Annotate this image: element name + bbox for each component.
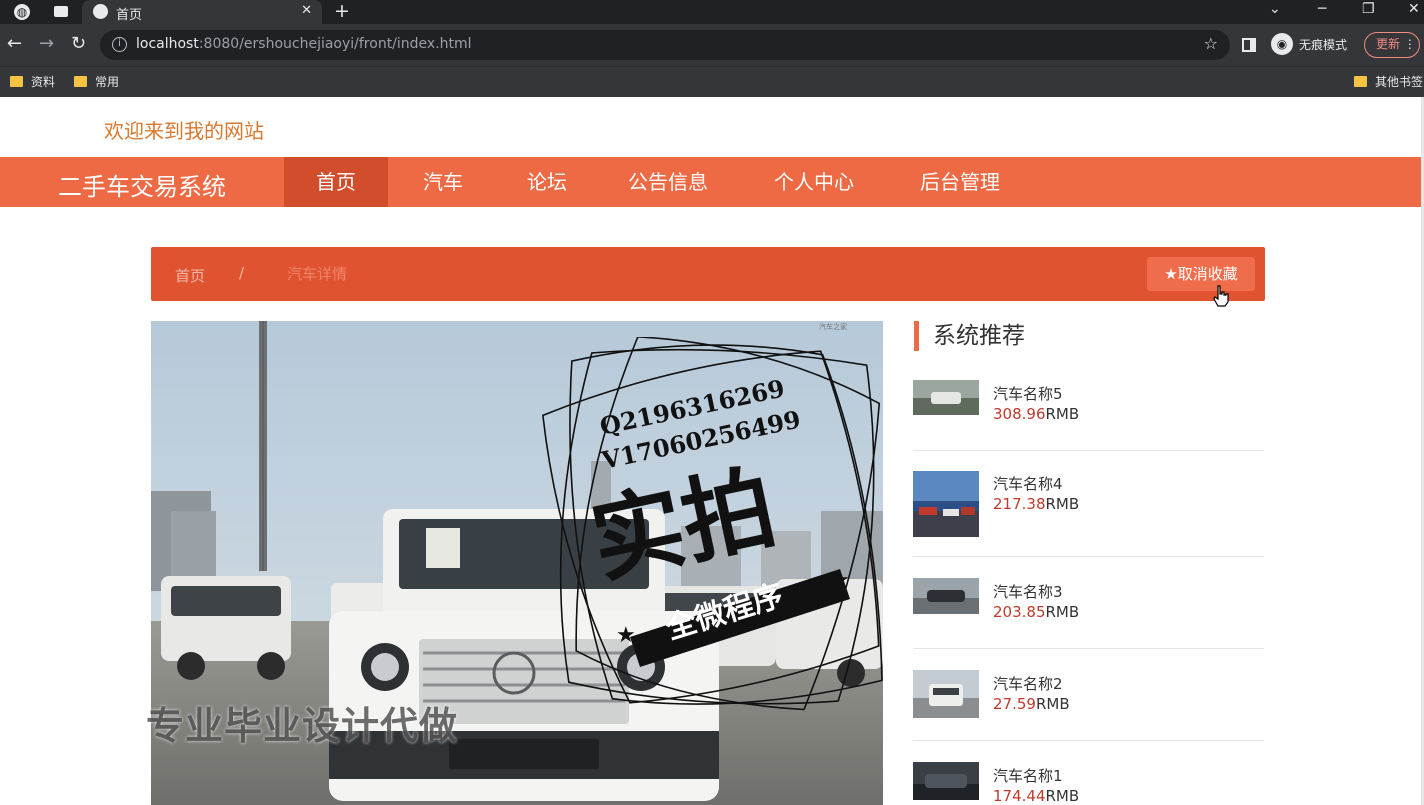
nav-cars[interactable]: 汽车 [396,157,490,207]
recommend-name[interactable]: 汽车名称3 [993,581,1063,602]
price-value: 217.38 [993,495,1046,513]
recommend-price: 217.38RMB [993,495,1079,513]
price-value: 308.96 [993,405,1046,423]
close-window-icon[interactable]: ✕ [1408,1,1420,17]
cancel-favorite-button[interactable]: ★取消收藏 [1147,257,1255,291]
hand-cursor-icon [1213,285,1229,307]
browser-tabstrip: ◍ 首页 ✕ + ⌄ ─ ❐ ✕ [0,0,1424,24]
recommend-price: 203.85RMB [993,603,1079,621]
breadcrumb: 首页 / 汽车详情 ★取消收藏 [151,247,1265,301]
price-value: 174.44 [993,787,1046,805]
reload-icon[interactable]: ↻ [71,34,86,54]
recommend-name[interactable]: 汽车名称2 [993,673,1063,694]
nav-home[interactable]: 首页 [284,157,388,207]
folder-icon [74,76,87,87]
address-bar[interactable]: i localhost:8080/ershouchejiaoyi/front/i… [100,30,1230,60]
new-tab-icon[interactable]: + [334,0,350,22]
folder-icon [10,76,23,87]
recommend-thumb[interactable] [913,670,979,718]
main-navbar: 二手车交易系统 首页 汽车 论坛 公告信息 个人中心 后台管理 [0,157,1421,207]
address-url[interactable]: localhost:8080/ershouchejiaoyi/front/ind… [136,36,472,52]
folder-icon [1354,76,1367,87]
nav-admin[interactable]: 后台管理 [896,157,1024,207]
recommend-name[interactable]: 汽车名称1 [993,765,1063,786]
breadcrumb-home[interactable]: 首页 [175,265,205,286]
browser-toolbar: ← → ↻ i localhost:8080/ershouchejiaoyi/f… [0,24,1424,66]
recommend-item[interactable]: 汽车名称4 217.38RMB [913,451,1264,557]
url-path: :8080/ershouchejiaoyi/front/index.html [198,36,472,52]
price-value: 203.85 [993,603,1046,621]
site-brand[interactable]: 二手车交易系统 [58,167,226,202]
restore-icon[interactable]: ❐ [1362,1,1375,17]
update-button[interactable]: 更新 ⋮ [1364,32,1420,58]
bookmark-folder-ziliao[interactable]: 资料 [10,73,55,90]
forward-icon[interactable]: → [39,34,54,54]
price-unit: RMB [1045,495,1080,513]
bookmark-label: 资料 [31,75,56,89]
price-value: 27.59 [993,695,1036,713]
price-unit: RMB [1045,787,1080,805]
recommend-price: 308.96RMB [993,405,1079,423]
price-unit: RMB [1045,603,1080,621]
nav-forum[interactable]: 论坛 [500,157,594,207]
recommend-price: 27.59RMB [993,695,1070,713]
welcome-text: 欢迎来到我的网站 [104,119,264,143]
recommend-item[interactable]: 汽车名称1 174.44RMB [913,741,1264,805]
price-unit: RMB [1035,695,1070,713]
url-host: localhost [136,36,199,52]
nav-notices[interactable]: 公告信息 [604,157,732,207]
photo-credit: 汽车之家 [819,322,847,331]
recommend-name[interactable]: 汽车名称5 [993,383,1063,404]
price-unit: RMB [1045,405,1080,423]
recommend-item[interactable]: 汽车名称2 27.59RMB [913,649,1264,741]
breadcrumb-separator: / [239,264,245,282]
incognito-icon[interactable]: ◉ [1271,33,1293,55]
recommend-thumb[interactable] [913,762,979,800]
incognito-label[interactable]: 无痕模式 [1299,36,1347,53]
side-panel-icon[interactable] [1242,38,1256,52]
breadcrumb-current: 汽车详情 [287,265,348,283]
bookmark-star-icon[interactable]: ☆ [1204,34,1218,53]
recommend-thumb[interactable] [913,471,979,537]
recommend-thumb[interactable] [913,578,979,614]
tab-search-icon[interactable] [54,6,68,17]
tab-list-chevron-icon[interactable]: ⌄ [1269,1,1281,17]
browser-tab-active[interactable]: 首页 ✕ [82,0,322,24]
recommend-thumb[interactable] [913,380,979,415]
bookmarks-bar: 资料 常用 其他书签 [0,66,1424,97]
tab-close-icon[interactable]: ✕ [301,3,312,18]
bookmark-folder-changyong[interactable]: 常用 [74,73,119,90]
update-label: 更新 [1376,37,1401,51]
tab-favicon-icon [93,4,108,19]
minimize-icon[interactable]: ─ [1318,1,1326,17]
recommend-price: 174.44RMB [993,787,1079,805]
bookmark-label: 常用 [95,75,120,89]
page-content: 欢迎来到我的网站 二手车交易系统 首页 汽车 论坛 公告信息 个人中心 后台管理… [0,97,1424,805]
tab-title: 首页 [116,8,143,23]
bookmark-folder-other[interactable]: 其他书签 [1354,73,1423,90]
recommend-item[interactable]: 汽车名称5 308.96RMB [913,369,1264,451]
bookmark-label: 其他书签 [1375,75,1424,89]
recommend-name[interactable]: 汽车名称4 [993,473,1063,494]
back-icon[interactable]: ← [7,34,22,54]
watermark-text: 专业毕业设计代做 [146,704,459,748]
nav-profile[interactable]: 个人中心 [748,157,880,207]
recommend-title: 系统推荐 [914,321,1025,351]
recommend-item[interactable]: 汽车名称3 203.85RMB [913,557,1264,649]
site-info-icon[interactable]: i [112,37,127,52]
globe-icon[interactable]: ◍ [14,4,30,20]
